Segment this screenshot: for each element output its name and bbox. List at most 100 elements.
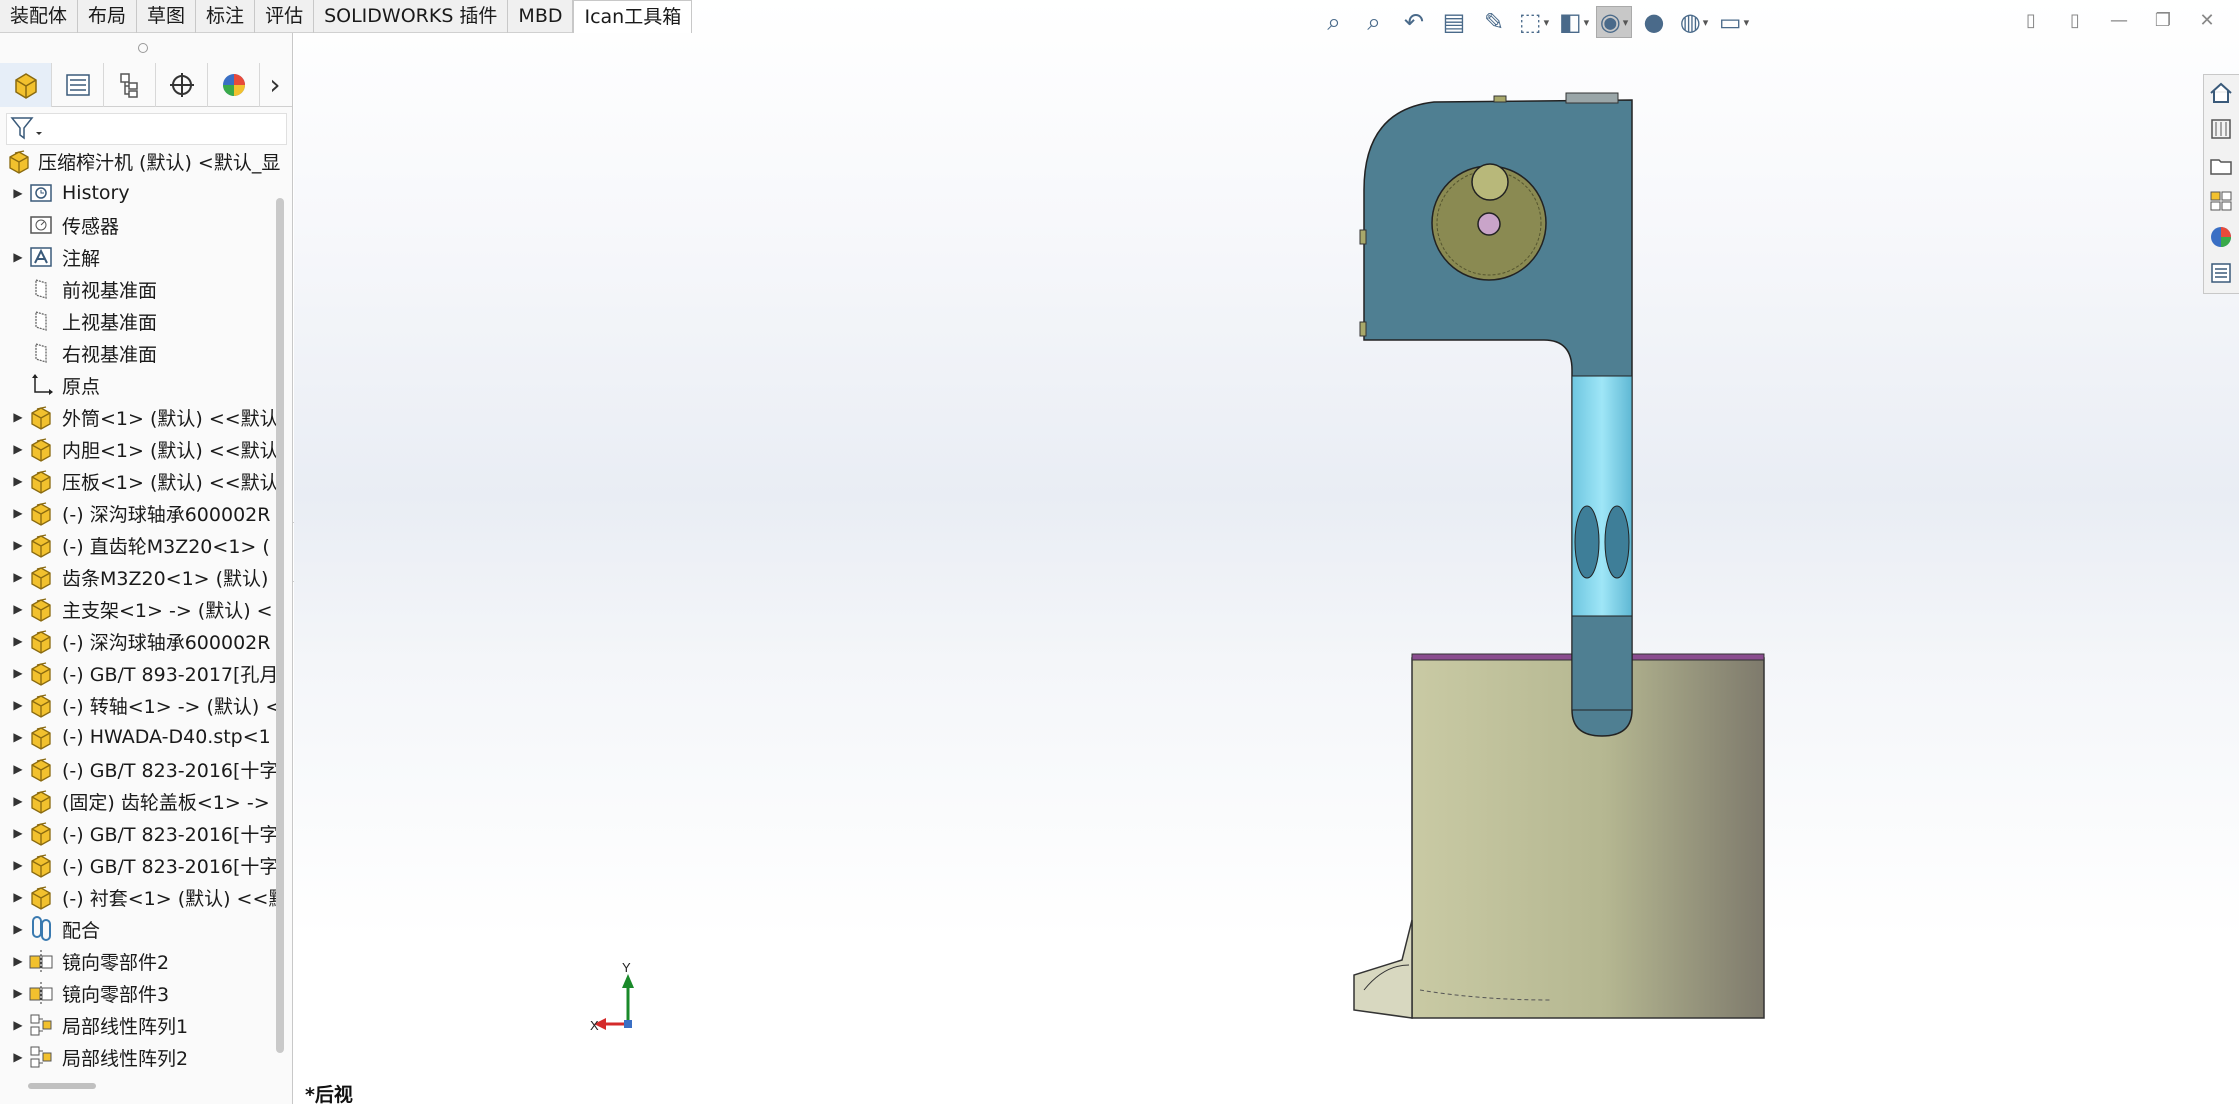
tree-horizontal-scrollbar[interactable] (28, 1083, 96, 1089)
feature-manager-tab[interactable] (0, 62, 52, 107)
zoom-to-fit-icon[interactable]: ⌕ (1316, 6, 1352, 38)
appearances-icon[interactable] (2204, 219, 2238, 255)
expand-arrow-icon[interactable]: ▶ (10, 954, 26, 968)
tree-root-assembly[interactable]: 压缩榨汁机 (默认) <默认_显示 (0, 145, 280, 177)
view-settings-icon[interactable]: ▭ (1716, 6, 1752, 38)
tree-item[interactable]: ▶ 主支架<1> -> (默认) < (0, 593, 280, 625)
tree-item[interactable]: ▶ 注解 (0, 241, 280, 273)
tile-left-icon[interactable]: ▯ (2017, 6, 2045, 34)
tree-item[interactable]: ▶ (-) GB/T 823-2016[十字 (0, 817, 280, 849)
tree-item[interactable]: ▶ (-) 深沟球轴承600002R (0, 625, 280, 657)
expand-arrow-icon[interactable]: ▶ (10, 826, 26, 840)
tree-item[interactable]: 右视基准面 (0, 337, 280, 369)
tile-right-icon[interactable]: ▯ (2061, 6, 2089, 34)
zoom-to-area-icon[interactable]: ⌕ (1356, 6, 1392, 38)
apply-scene-icon[interactable]: ◍ (1676, 6, 1712, 38)
expand-arrow-icon[interactable]: ▶ (10, 442, 26, 456)
expand-arrow-icon[interactable]: ▶ (10, 698, 26, 712)
tree-item[interactable]: ▶ (-) 深沟球轴承600002R (0, 497, 280, 529)
hide-show-items-icon[interactable]: ◉ (1596, 6, 1632, 38)
tree-filter-bar[interactable] (6, 113, 287, 145)
tree-item[interactable]: ▶ 内胆<1> (默认) <<默认 (0, 433, 280, 465)
expand-arrow-icon[interactable]: ▶ (10, 762, 26, 776)
tree-item[interactable]: ▶ History (0, 177, 280, 209)
tree-item[interactable]: ▶ (-) 直齿轮M3Z20<1> ( (0, 529, 280, 561)
tree-item[interactable]: ▶ 压板<1> (默认) <<默认 (0, 465, 280, 497)
expand-arrow-icon[interactable]: ▶ (10, 250, 26, 264)
spur-gear[interactable] (1431, 163, 1547, 281)
tree-item[interactable]: ▶ (-) GB/T 823-2016[十字 (0, 753, 280, 785)
expand-arrow-icon[interactable]: ▶ (10, 634, 26, 648)
dimxpert-manager-tab[interactable] (156, 62, 208, 107)
command-tab[interactable]: 布局 (78, 0, 138, 33)
tree-item[interactable]: 前视基准面 (0, 273, 280, 305)
edit-appearance-icon[interactable]: ● (1636, 6, 1672, 38)
expand-arrow-icon[interactable]: ▶ (10, 1018, 26, 1032)
view-orientation-icon[interactable]: ⬚ (1516, 6, 1552, 38)
expand-arrow-icon[interactable]: ▶ (10, 730, 26, 744)
panel-grip[interactable] (138, 43, 148, 53)
design-library-icon[interactable] (2204, 111, 2238, 147)
tree-item[interactable]: ▶ (-) GB/T 823-2016[十字 (0, 849, 280, 881)
configuration-manager-tab[interactable] (104, 62, 156, 107)
tree-item[interactable]: ▶ (-) HWADA-D40.stp<1 (0, 721, 280, 753)
filter-icon[interactable] (9, 115, 45, 143)
tree-item-label: 外筒<1> (默认) <<默认 (62, 407, 279, 430)
expand-arrow-icon[interactable]: ▶ (10, 1050, 26, 1064)
tree-item[interactable]: 原点 (0, 369, 280, 401)
display-style-icon[interactable]: ◧ (1556, 6, 1592, 38)
close-icon[interactable]: ✕ (2193, 6, 2221, 34)
display-manager-tab[interactable] (208, 62, 260, 107)
tree-item[interactable]: ▶ 镜向零部件2 (0, 945, 280, 977)
custom-properties-icon[interactable] (2204, 255, 2238, 291)
tree-item[interactable]: ▶ (固定) 齿轮盖板<1> -> (0, 785, 280, 817)
tree-item[interactable]: ▶ (-) 转轴<1> -> (默认) < (0, 689, 280, 721)
command-tab[interactable]: 草图 (137, 0, 197, 33)
section-view-icon[interactable]: ▤ (1436, 6, 1472, 38)
chevron-right-icon[interactable]: › (260, 63, 290, 107)
expand-arrow-icon[interactable]: ▶ (10, 666, 26, 680)
command-tab[interactable]: MBD (508, 0, 574, 33)
expand-arrow-icon[interactable]: ▶ (10, 186, 26, 200)
home-icon[interactable] (2204, 75, 2238, 111)
tree-item[interactable]: ▶ 镜向零部件3 (0, 977, 280, 1009)
tree-item[interactable]: ▶ 局部线性阵列2 (0, 1041, 280, 1070)
outer-cylinder[interactable] (1353, 653, 1765, 1019)
expand-arrow-icon[interactable]: ▶ (10, 474, 26, 488)
expand-arrow-icon[interactable]: ▶ (10, 922, 26, 936)
tree-item[interactable]: ▶ 局部线性阵列1 (0, 1009, 280, 1041)
graphics-area[interactable]: ⌕ ⌕ ↶ ▤ ✎ ⬚ ◧ ◉ ● ◍ ▭ ▯ ▯ — ❐ ✕ Y X *后视 (294, 0, 2239, 1106)
plane-icon (26, 274, 56, 304)
command-tab[interactable]: 标注 (196, 0, 256, 33)
expand-arrow-icon[interactable]: ▶ (10, 794, 26, 808)
expand-arrow-icon[interactable]: ▶ (10, 858, 26, 872)
previous-view-icon[interactable]: ↶ (1396, 6, 1432, 38)
expand-arrow-icon[interactable]: ▶ (10, 538, 26, 552)
expand-arrow-icon[interactable]: ▶ (10, 986, 26, 1000)
expand-arrow-icon[interactable]: ▶ (10, 890, 26, 904)
dynamic-annotation-icon[interactable]: ✎ (1476, 6, 1512, 38)
command-tab[interactable]: 装配体 (0, 0, 79, 33)
tree-item[interactable]: ▶ 配合 (0, 913, 280, 945)
expand-arrow-icon[interactable]: ▶ (10, 570, 26, 584)
command-tab[interactable]: 评估 (255, 0, 315, 33)
assembly-model[interactable] (1344, 90, 1784, 1020)
file-explorer-icon[interactable] (2204, 147, 2238, 183)
view-palette-icon[interactable] (2204, 183, 2238, 219)
restore-icon[interactable]: ❐ (2149, 6, 2177, 34)
tree-item[interactable]: 传感器 (0, 209, 280, 241)
tree-item[interactable]: ▶ (-) GB/T 893-2017[孔月 (0, 657, 280, 689)
tree-item[interactable]: ▶ 外筒<1> (默认) <<默认 (0, 401, 280, 433)
minimize-icon[interactable]: — (2105, 6, 2133, 34)
tree-vertical-scrollbar[interactable] (276, 198, 284, 1053)
command-tab[interactable]: SOLIDWORKS 插件 (314, 0, 509, 33)
pattern-icon (26, 1010, 56, 1040)
tree-item[interactable]: ▶ 齿条M3Z20<1> (默认) (0, 561, 280, 593)
tree-item[interactable]: 上视基准面 (0, 305, 280, 337)
command-tab[interactable]: Ican工具箱 (573, 0, 693, 33)
expand-arrow-icon[interactable]: ▶ (10, 410, 26, 424)
expand-arrow-icon[interactable]: ▶ (10, 506, 26, 520)
tree-item[interactable]: ▶ (-) 衬套<1> (默认) <<默 (0, 881, 280, 913)
expand-arrow-icon[interactable]: ▶ (10, 602, 26, 616)
property-manager-tab[interactable] (52, 62, 104, 107)
